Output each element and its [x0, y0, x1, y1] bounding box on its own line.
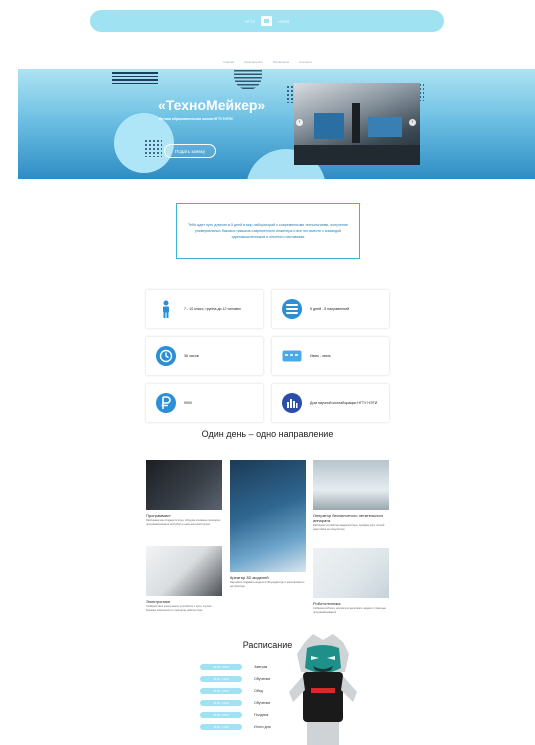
chevron-right-icon[interactable]: › [409, 119, 416, 126]
feature-card: 5 дней - 5 направлений [271, 289, 390, 329]
subnav-item-contacts[interactable]: Контакты [299, 60, 312, 64]
direction-photo [230, 460, 306, 572]
decor-stripes [112, 72, 158, 88]
schedule-time: 16:00 - 16:30 [200, 712, 242, 718]
feature-card: Дом научной коллаборации НГТУ НЭТИ [271, 383, 390, 423]
feature-card: 7 - 10 класс, группа до 12 человек [145, 289, 264, 329]
direction-desc: Научимся создавать модели в 3D-редакторе… [230, 581, 305, 588]
schedule-activity: Обучение [254, 701, 271, 705]
schedule-list: 09:00 - 10:00 Завтрак 10:00 - 13:00 Обуч… [200, 661, 271, 733]
schedule-activity: Полдник [254, 713, 269, 717]
direction-name: Электроника [146, 599, 170, 604]
decor-dots [144, 139, 162, 157]
direction-name: Программист [146, 513, 171, 518]
direction-desc: Разберем устройство квадрокоптера, пройд… [313, 524, 385, 531]
direction-photo [313, 460, 389, 510]
directions-title: Один день – одно направление [201, 429, 334, 439]
direction-card[interactable]: Программист Расскажем как создаются игры… [146, 460, 222, 526]
clock-icon [156, 346, 176, 366]
hero-title: «ТехноМейкер» [158, 97, 266, 113]
sub-navigation: Главная Направления Расписание Контакты [0, 60, 535, 64]
schedule-time: 13:00 - 14:00 [200, 688, 242, 694]
direction-photo [146, 460, 222, 510]
feature-text: 9900 [184, 400, 192, 405]
calendar-icon [282, 346, 302, 366]
subnav-item-directions[interactable]: Направления [244, 60, 263, 64]
feature-text: 36 часов [184, 353, 199, 358]
building-icon [282, 393, 302, 413]
feature-card: 36 часов [145, 336, 264, 376]
schedule-row: 09:00 - 10:00 Завтрак [200, 661, 271, 673]
intro-text: Тебя ждет путь длиною в 5 дней в мир лаб… [188, 223, 348, 239]
direction-desc: Расскажем как создаются игры, обсудим ос… [146, 519, 221, 526]
logo-left-text: НГТУ [244, 18, 255, 24]
direction-photo [313, 548, 389, 598]
feature-text: Июнь - июль [310, 353, 331, 358]
logo-icon[interactable] [260, 16, 272, 26]
schedule-title: Расписание [242, 640, 293, 650]
feature-text: 5 дней - 5 направлений [310, 306, 350, 311]
schedule-time: 14:00 - 16:00 [200, 700, 242, 706]
feature-card: Июнь - июль [271, 336, 390, 376]
direction-desc: Соберем свое электронное устройство с ну… [146, 605, 212, 612]
hero-slider-photo [294, 83, 420, 165]
hero-subtitle: Летняя образовательная школа НГТУ НЭТИ [159, 117, 233, 121]
list-icon [282, 299, 302, 319]
direction-card[interactable]: Электроника Соберем свое электронное уст… [146, 546, 222, 612]
direction-card[interactable]: Креатор 3D моделей Научимся создавать мо… [230, 460, 306, 588]
schedule-time: 16:30 - 17:00 [200, 724, 242, 730]
top-header-bar: НГТУ НЭТИ [90, 10, 444, 32]
schedule-activity: Обед [254, 689, 263, 693]
feature-text: Дом научной коллаборации НГТУ НЭТИ [310, 400, 378, 405]
schedule-time: 09:00 - 10:00 [200, 664, 242, 670]
intro-box: Тебя ждет путь длиною в 5 дней в мир лаб… [176, 203, 360, 259]
schedule-row: 10:00 - 13:00 Обучение [200, 673, 271, 685]
schedule-row: 16:30 - 17:00 Итоги дня [200, 721, 271, 733]
schedule-activity: Итоги дня [254, 725, 271, 729]
direction-name: Креатор 3D моделей [230, 575, 269, 580]
person-icon [156, 299, 176, 319]
subnav-item-schedule[interactable]: Расписание [273, 60, 290, 64]
direction-name: Робототехника [313, 601, 341, 606]
schedule-activity: Обучение [254, 677, 271, 681]
apply-button[interactable]: Подать заявку [164, 144, 216, 158]
ruble-icon [156, 393, 176, 413]
feature-text: 7 - 10 класс, группа до 12 человек [184, 306, 241, 311]
schedule-row: 13:00 - 14:00 Обед [200, 685, 271, 697]
mascot-illustration [289, 634, 357, 745]
direction-photo [146, 546, 222, 596]
schedule-activity: Завтрак [254, 665, 268, 669]
logo-right-text: НЭТИ [277, 18, 290, 24]
feature-card: 9900 [145, 383, 264, 423]
decor-striped-half-circle [234, 70, 262, 90]
subnav-item-main[interactable]: Главная [223, 60, 234, 64]
schedule-time: 10:00 - 13:00 [200, 676, 242, 682]
hero-banner: «ТехноМейкер» Летняя образовательная шко… [18, 69, 535, 179]
schedule-row: 16:00 - 16:30 Полдник [200, 709, 271, 721]
chevron-left-icon[interactable]: ‹ [296, 119, 303, 126]
direction-desc: Соберем робота и научим его выполнять за… [313, 607, 387, 614]
direction-card[interactable]: Оператор беспилотного летательного аппар… [313, 460, 389, 531]
direction-card[interactable]: Робототехника Соберем робота и научим ег… [313, 548, 389, 614]
direction-name: Оператор беспилотного летательного аппар… [313, 513, 384, 523]
schedule-row: 14:00 - 16:00 Обучение [200, 697, 271, 709]
